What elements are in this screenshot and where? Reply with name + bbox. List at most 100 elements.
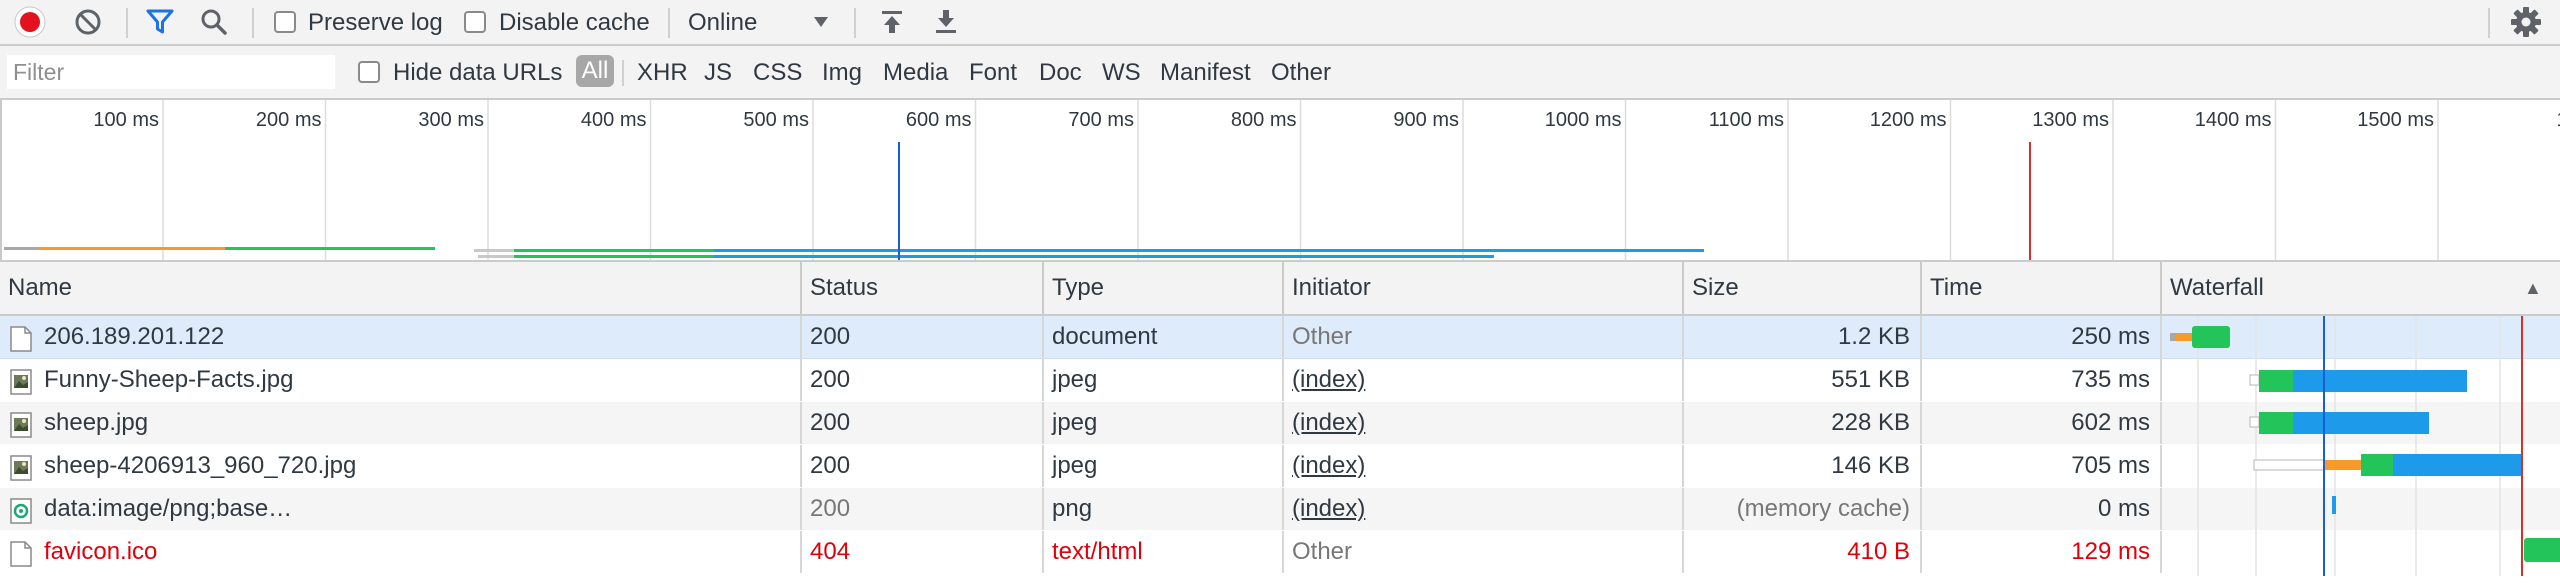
download-icon [936,10,956,33]
cell-status: 200 [802,488,1044,530]
hide-data-urls-checkbox[interactable] [358,61,380,83]
image-icon [10,367,32,395]
cell-initiator[interactable]: (index) [1284,445,1684,487]
disable-cache-checkbox[interactable] [464,11,486,33]
data-image-icon [10,496,32,524]
waterfall-canvas [2170,316,2560,576]
throttling-select[interactable]: Online [680,4,840,40]
hide-data-urls-label: Hide data URLs [393,59,563,86]
cell-size: 146 KB [1684,445,1922,487]
request-name: favicon.ico [44,538,158,565]
timeline-overview[interactable]: 100 ms 200 ms 300 ms 400 ms 500 ms 600 ms 700 … [0,100,2560,262]
type-filter-xhr[interactable]: XHR [637,59,688,87]
cell-status: 200 [802,402,1044,444]
cell-size: 228 KB [1684,402,1922,444]
overview-tick-label: 500 ms [743,109,809,131]
column-header-waterfall[interactable]: Waterfall ▲ [2162,262,2560,314]
overview-tick-label: 900 ms [1393,109,1459,131]
preserve-log-label: Preserve log [308,9,443,36]
type-filter-other[interactable]: Other [1271,59,1331,87]
cell-time: 705 ms [1922,445,2162,487]
type-filter-font[interactable]: Font [969,59,1017,87]
waterfall-bar-queued [2249,416,2260,428]
overview-bar-ttfb [225,247,435,250]
cell-type: jpeg [1044,359,1284,401]
waterfall-bar-waiting [2325,460,2361,470]
overview-tick-label: 1200 ms [1870,109,1947,131]
type-filter-media[interactable]: Media [883,59,948,87]
type-filter-img[interactable]: Img [822,59,862,87]
cell-initiator: Other [1284,531,1684,573]
overview-tick-label: 200 ms [256,109,322,131]
clear-button[interactable] [72,6,104,38]
column-header-name[interactable]: Name [0,262,802,314]
filter-icon [146,9,174,34]
cell-initiator[interactable]: (index) [1284,402,1684,444]
toolbar-divider [854,8,856,38]
settings-button[interactable] [2510,6,2542,38]
import-har-button[interactable] [876,6,908,38]
overview-bar-ttfb [514,249,714,252]
network-toolbar: Preserve log Disable cache Online [0,0,2560,46]
waterfall-bar-ttfb [2259,370,2293,392]
waterfall-bar-ttfb [2259,412,2293,434]
waterfall-bar-download [2293,370,2467,392]
filter-toggle-button[interactable] [144,6,176,38]
image-icon [10,410,32,438]
export-har-button[interactable] [930,6,962,38]
type-filter-doc[interactable]: Doc [1039,59,1082,87]
toolbar-divider [2488,8,2490,38]
filter-input[interactable] [6,54,336,90]
waterfall-bar-waiting [2176,333,2192,341]
request-name: sheep.jpg [44,409,149,436]
overview-tick-label: 100 ms [93,109,159,131]
record-icon [14,6,46,38]
cell-type: jpeg [1044,402,1284,444]
search-button[interactable] [198,6,230,38]
type-filter-js[interactable]: JS [704,59,732,87]
cell-initiator[interactable]: (index) [1284,359,1684,401]
column-header-time[interactable]: Time [1922,262,2162,314]
overview-tick-label: 600 ms [906,109,972,131]
image-icon [10,453,32,481]
disable-cache-label: Disable cache [499,9,650,36]
cell-time: 602 ms [1922,402,2162,444]
cell-size: 551 KB [1684,359,1922,401]
request-name: 206.189.201.122 [44,323,225,350]
column-header-initiator[interactable]: Initiator [1284,262,1684,314]
preserve-log-checkbox[interactable] [274,11,296,33]
column-header-status[interactable]: Status [802,262,1044,314]
chevron-down-icon [814,17,828,27]
waterfall-bar-queued [2253,459,2326,471]
request-name: sheep-4206913_960_720.jpg [44,452,357,479]
waterfall-bar-stalled [2170,333,2176,341]
cell-time: 129 ms [1922,531,2162,573]
waterfall-bar-download [2293,412,2429,434]
request-table-header: Name Status Type Initiator Size Time Wat… [0,262,2560,316]
cell-type: text/html [1044,531,1284,573]
clear-icon [75,9,101,35]
cell-status: 200 [802,316,1044,358]
type-filter-css[interactable]: CSS [753,59,802,87]
type-filter-ws[interactable]: WS [1102,59,1141,87]
throttling-value: Online [688,9,758,36]
waterfall-bar-ttfb [2192,326,2230,348]
cell-size: 1.2 KB [1684,316,1922,358]
type-filter-manifest[interactable]: Manifest [1160,59,1251,87]
filter-bar: Hide data URLs All XHR JS CSS Img Media … [0,46,2560,100]
overview-bar-waiting [39,247,225,250]
overview-tick-label: 800 ms [1231,109,1297,131]
search-icon [201,9,227,35]
overview-tick-label: 1300 ms [2032,109,2109,131]
column-header-type[interactable]: Type [1044,262,1284,314]
cell-initiator[interactable]: (index) [1284,488,1684,530]
column-header-size[interactable]: Size [1684,262,1922,314]
type-filter-all[interactable]: All [576,55,614,87]
toolbar-divider [668,8,670,38]
cell-size: 410 B [1684,531,1922,573]
overview-tick-label: 1400 ms [2195,109,2272,131]
document-icon [10,539,32,567]
overview-tick-label: 160( [2556,109,2560,131]
cell-time: 250 ms [1922,316,2162,358]
record-button[interactable] [14,6,46,38]
